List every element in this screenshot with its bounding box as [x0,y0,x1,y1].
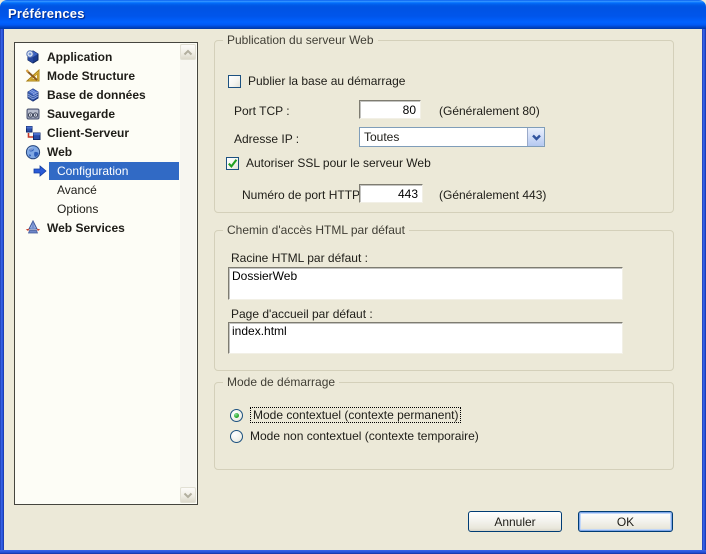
adresse-ip-value: Toutes [360,130,527,144]
client-server-icon [24,124,41,141]
radio-mode-non-contextuel-label: Mode non contextuel (contexte temporaire… [250,429,479,443]
application-icon [24,48,41,65]
sidebar-item-label: Configuration [49,162,179,180]
sidebar-item-label: Client-Serveur [47,126,129,140]
group-publication: Publication du serveur Web Publier la ba… [214,40,674,213]
web-services-icon [24,219,41,236]
chevron-down-icon[interactable] [527,128,544,146]
checkbox-unchecked-icon[interactable] [228,75,241,88]
ssl-checkbox-label: Autoriser SSL pour le serveur Web [246,156,431,170]
sidebar-item-web[interactable]: Web [16,142,179,161]
sidebar-item-label: Avancé [57,183,97,197]
radio-selected-icon[interactable] [230,409,243,422]
group-chemin-html: Chemin d'accès HTML par défaut Racine HT… [214,230,674,371]
adresse-ip-label: Adresse IP : [234,132,299,146]
window-title: Préférences [8,6,85,21]
scroll-up-icon[interactable] [180,44,196,60]
sidebar-item-label: Options [57,202,98,216]
port-http-label: Numéro de port HTTP [242,188,360,202]
group-chemin-title: Chemin d'accès HTML par défaut [223,223,409,237]
sidebar-item-label: Sauvegarde [47,107,115,121]
sidebar-item-sauvegarde[interactable]: Sauvegarde [16,104,179,123]
radio-mode-contextuel[interactable]: Mode contextuel (contexte permanent) [230,407,461,423]
group-demarrage-title: Mode de démarrage [223,375,339,389]
sidebar-item-label: Application [47,50,112,64]
adresse-ip-select[interactable]: Toutes [359,127,545,147]
sidebar-item-avance[interactable]: Avancé [16,180,179,199]
sidebar-item-label: Web [47,145,72,159]
checkbox-checked-icon[interactable] [226,157,239,170]
radio-unselected-icon[interactable] [230,430,243,443]
sidebar-item-label: Base de données [47,88,146,102]
publish-checkbox-label: Publier la base au démarrage [248,74,405,88]
racine-html-input[interactable]: DossierWeb [228,267,623,300]
sidebar-item-mode-structure[interactable]: Mode Structure [16,66,179,85]
radio-mode-contextuel-label: Mode contextuel (contexte permanent) [250,407,461,423]
sidebar-item-application[interactable]: Application [16,47,179,66]
sidebar-item-label: Web Services [47,221,125,235]
sidebar-item-label: Mode Structure [47,69,135,83]
preferences-dialog: Préférences Application Mode Structure [0,0,706,554]
racine-html-label: Racine HTML par défaut : [231,251,368,265]
port-tcp-input[interactable] [359,100,421,119]
radio-mode-non-contextuel[interactable]: Mode non contextuel (contexte temporaire… [230,429,479,443]
sidebar-item-web-services[interactable]: Web Services [16,218,179,237]
arrow-right-icon [33,164,48,178]
sidebar-item-options[interactable]: Options [16,199,179,218]
sidebar-item-base-de-donnees[interactable]: Base de données [16,85,179,104]
window-frame-right [702,29,706,554]
tree-scrollbar[interactable] [180,44,196,503]
port-http-input[interactable] [359,184,423,203]
window-frame-left [0,29,4,554]
group-publication-title: Publication du serveur Web [223,33,378,47]
publish-checkbox[interactable]: Publier la base au démarrage [228,74,405,88]
ok-button[interactable]: OK [578,511,673,532]
port-http-hint: (Généralement 443) [439,188,546,202]
page-accueil-input[interactable]: index.html [228,322,623,354]
title-bar[interactable]: Préférences [0,0,706,29]
page-accueil-label: Page d'accueil par défaut : [231,307,373,321]
group-mode-demarrage: Mode de démarrage Mode contextuel (conte… [214,382,674,470]
scroll-down-icon[interactable] [180,487,196,503]
sidebar-item-client-serveur[interactable]: Client-Serveur [16,123,179,142]
port-tcp-label: Port TCP : [234,104,290,118]
port-tcp-hint: (Généralement 80) [439,104,540,118]
structure-icon [24,67,41,84]
ssl-checkbox[interactable]: Autoriser SSL pour le serveur Web [226,156,431,170]
web-icon [24,143,41,160]
sidebar-item-configuration[interactable]: Configuration [16,161,179,180]
cancel-button[interactable]: Annuler [468,511,562,532]
backup-icon [24,105,41,122]
database-icon [24,86,41,103]
window-frame-bottom [0,550,706,554]
preferences-tree: Application Mode Structure Base de donné… [14,42,198,505]
